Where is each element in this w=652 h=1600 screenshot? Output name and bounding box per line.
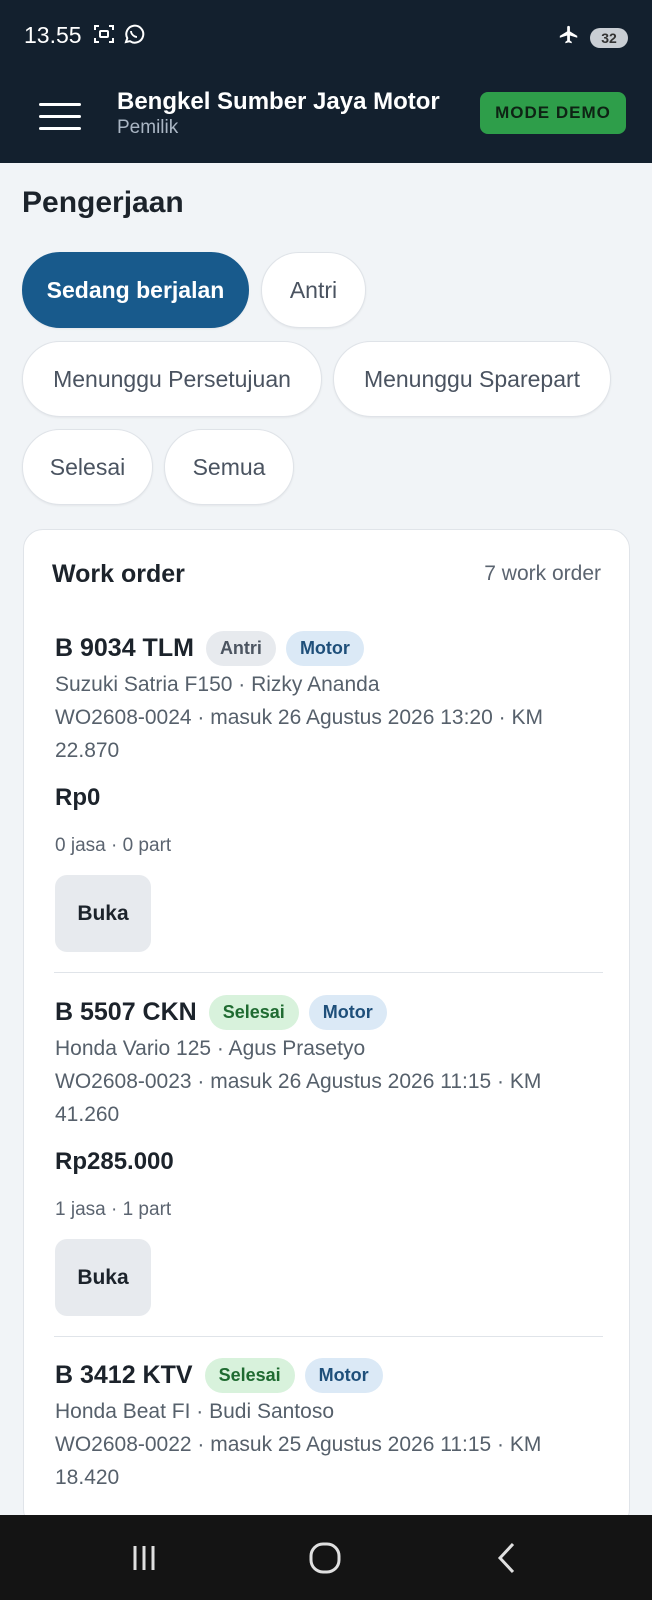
work-order-item: B 9034 TLM Antri Motor Suzuki Satria F15…	[55, 628, 603, 952]
work-order-item: B 5507 CKN Selesai Motor Honda Vario 125…	[55, 992, 603, 1316]
status-badge: Selesai	[204, 1357, 295, 1393]
app-subtitle: Pemilik	[117, 117, 179, 138]
work-order-title: Work order	[52, 560, 185, 588]
app-title: Bengkel Sumber Jaya Motor	[117, 88, 440, 115]
system-nav-bar	[0, 1515, 652, 1600]
hamburger-menu-icon[interactable]	[30, 90, 90, 142]
vehicle-owner: Suzuki Satria F150 · Rizky Ananda	[55, 673, 380, 696]
work-order-details: WO2608-0024 · masuk 26 Agustus 2026 13:2…	[55, 706, 543, 762]
filter-chip-semua[interactable]: Semua	[164, 429, 294, 505]
screenshot-icon	[92, 22, 116, 51]
divider	[54, 972, 603, 973]
filter-chip-selesai[interactable]: Selesai	[22, 429, 153, 505]
work-order-counts: 0 jasa · 0 part	[55, 835, 172, 856]
filter-chip-antri[interactable]: Antri	[261, 252, 366, 328]
battery-icon: 32	[590, 27, 628, 48]
home-icon[interactable]	[295, 1537, 355, 1579]
work-order-price: Rp285.000	[55, 1148, 174, 1175]
work-order-details: WO2608-0022 · masuk 25 Agustus 2026 11:1…	[55, 1433, 542, 1489]
plate-number: B 5507 CKN	[55, 997, 197, 1026]
filter-chip-menunggu-sparepart[interactable]: Menunggu Sparepart	[333, 341, 611, 417]
status-icons-left	[92, 22, 146, 51]
status-bar: 13.55 32	[0, 0, 652, 72]
work-order-price: Rp0	[55, 784, 101, 811]
plate-number: B 3412 KTV	[55, 1360, 193, 1389]
work-order-counts: 1 jasa · 1 part	[55, 1199, 172, 1220]
work-order-item: B 3412 KTV Selesai Motor Honda Beat FI ·…	[55, 1355, 603, 1494]
open-button[interactable]: Buka	[55, 1239, 151, 1316]
filter-chip-menunggu-persetujuan[interactable]: Menunggu Persetujuan	[22, 341, 322, 417]
page-title: Pengerjaan	[22, 186, 184, 219]
open-button[interactable]: Buka	[55, 875, 151, 952]
app-bar: Bengkel Sumber Jaya Motor Pemilik MODE D…	[0, 72, 652, 163]
work-order-card: Work order 7 work order B 9034 TLM Antri…	[23, 529, 630, 1529]
plate-number: B 9034 TLM	[55, 633, 194, 662]
status-time: 13.55	[24, 22, 82, 48]
airplane-icon	[558, 24, 580, 51]
status-icons-right: 32	[558, 24, 628, 51]
status-badge: Antri	[205, 630, 276, 666]
vehicle-owner: Honda Beat FI · Budi Santoso	[55, 1400, 334, 1423]
work-order-count: 7 work order	[484, 562, 601, 585]
filter-chip-sedang-berjalan[interactable]: Sedang berjalan	[22, 252, 249, 328]
divider	[54, 1336, 603, 1337]
vehicle-type-badge: Motor	[285, 630, 364, 666]
work-order-header: B 5507 CKN Selesai Motor	[55, 992, 603, 1032]
vehicle-owner: Honda Vario 125 · Agus Prasetyo	[55, 1037, 366, 1060]
back-icon[interactable]	[478, 1537, 538, 1579]
work-order-details: WO2608-0023 · masuk 26 Agustus 2026 11:1…	[55, 1070, 542, 1126]
vehicle-type-badge: Motor	[304, 1357, 383, 1393]
recent-apps-icon[interactable]	[114, 1537, 174, 1579]
status-badge: Selesai	[208, 994, 299, 1030]
demo-mode-button[interactable]: MODE DEMO	[480, 92, 626, 134]
whatsapp-icon	[122, 22, 146, 51]
vehicle-type-badge: Motor	[308, 994, 387, 1030]
work-order-header: B 9034 TLM Antri Motor	[55, 628, 603, 668]
work-order-header: B 3412 KTV Selesai Motor	[55, 1355, 603, 1395]
